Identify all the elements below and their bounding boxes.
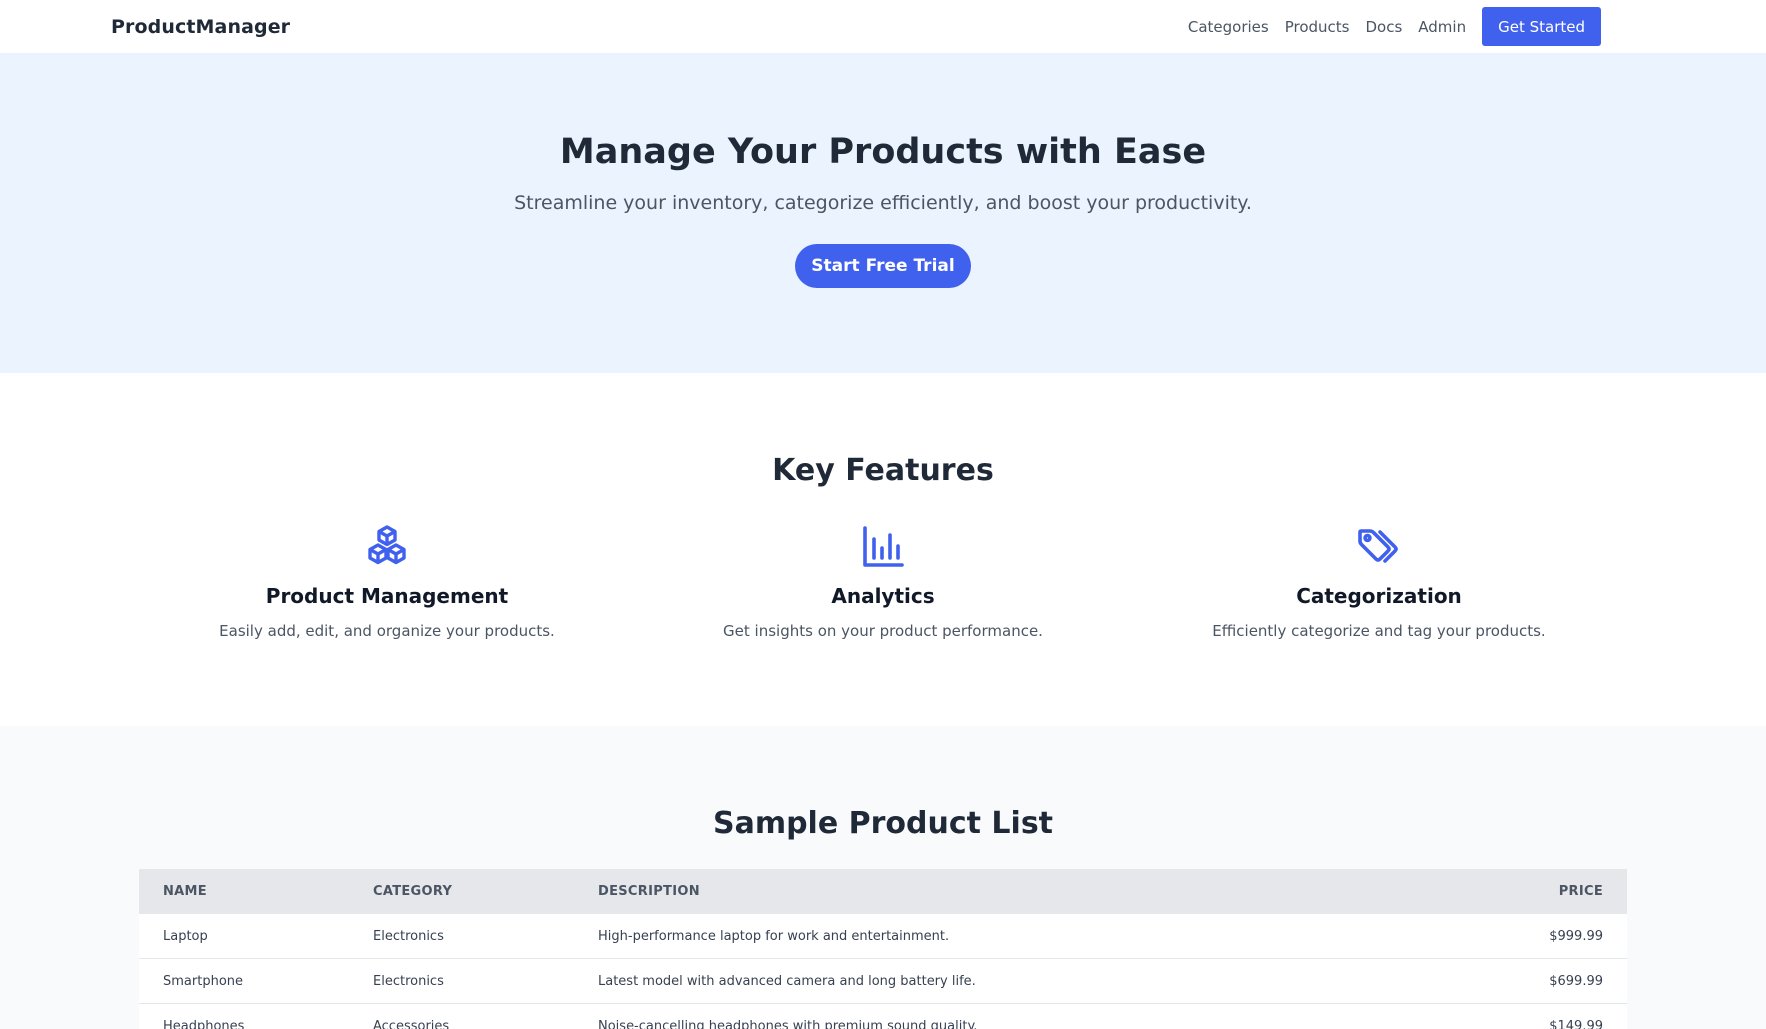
table-header: NAME CATEGORY DESCRIPTION PRICE — [139, 869, 1627, 914]
feature-title: Product Management — [265, 584, 509, 608]
cell-description: High-performance laptop for work and ent… — [598, 928, 950, 944]
product-table: NAME CATEGORY DESCRIPTION PRICE Laptop E… — [139, 869, 1627, 1029]
hero-section: Manage Your Products with Ease Streamlin… — [0, 53, 1766, 373]
tags-icon — [1356, 524, 1402, 570]
nav-link-docs[interactable]: Docs — [1365, 18, 1402, 36]
cell-name: Headphones — [163, 1018, 245, 1029]
hero-subtitle: Streamline your inventory, categorize ef… — [514, 192, 1252, 214]
feature-title: Analytics — [831, 584, 935, 608]
bar-chart-icon — [860, 524, 906, 570]
cell-name: Laptop — [163, 928, 208, 944]
feature-description: Get insights on your product performance… — [723, 622, 1043, 640]
get-started-button[interactable]: Get Started — [1482, 7, 1601, 46]
column-header-name: NAME — [163, 884, 207, 899]
cell-description: Latest model with advanced camera and lo… — [598, 973, 976, 989]
column-header-price: PRICE — [1558, 884, 1603, 899]
feature-card-product-management: Product Management Easily add, edit, and… — [139, 524, 635, 640]
cell-description: Noise-cancelling headphones with premium… — [598, 1018, 978, 1029]
top-navbar: ProductManager Categories Products Docs … — [0, 0, 1766, 53]
cell-price: $149.99 — [1549, 1018, 1603, 1029]
nav-link-products[interactable]: Products — [1285, 18, 1350, 36]
column-header-description: DESCRIPTION — [598, 884, 700, 899]
nav-link-categories[interactable]: Categories — [1188, 18, 1269, 36]
hero-title: Manage Your Products with Ease — [559, 132, 1207, 172]
main-nav: Categories Products Docs Admin Get Start… — [1188, 7, 1601, 46]
table-row: Laptop Electronics High-performance lapt… — [139, 914, 1627, 959]
start-free-trial-button[interactable]: Start Free Trial — [795, 244, 971, 288]
products-title: Sample Product List — [712, 806, 1054, 841]
table-row: Headphones Accessories Noise-cancelling … — [139, 1004, 1627, 1029]
cell-category: Accessories — [373, 1018, 450, 1029]
feature-description: Efficiently categorize and tag your prod… — [1212, 622, 1546, 640]
products-section: Sample Product List NAME CATEGORY DESCRI… — [0, 726, 1766, 1029]
column-header-category: CATEGORY — [373, 884, 453, 899]
features-grid: Product Management Easily add, edit, and… — [139, 524, 1627, 640]
features-title: Key Features — [772, 453, 994, 488]
cubes-icon — [364, 524, 410, 570]
cell-category: Electronics — [373, 973, 444, 989]
feature-title: Categorization — [1296, 584, 1462, 608]
cell-price: $999.99 — [1549, 928, 1603, 944]
cell-category: Electronics — [373, 928, 444, 944]
features-section: Key Features Product Management Easily a… — [0, 373, 1766, 726]
table-row: Smartphone Electronics Latest model with… — [139, 959, 1627, 1004]
feature-card-categorization: Categorization Efficiently categorize an… — [1131, 524, 1627, 640]
feature-card-analytics: Analytics Get insights on your product p… — [635, 524, 1131, 640]
cell-price: $699.99 — [1549, 973, 1603, 989]
brand-logo[interactable]: ProductManager — [111, 16, 290, 38]
cell-name: Smartphone — [163, 973, 244, 989]
nav-link-admin[interactable]: Admin — [1418, 18, 1466, 36]
feature-description: Easily add, edit, and organize your prod… — [219, 622, 555, 640]
